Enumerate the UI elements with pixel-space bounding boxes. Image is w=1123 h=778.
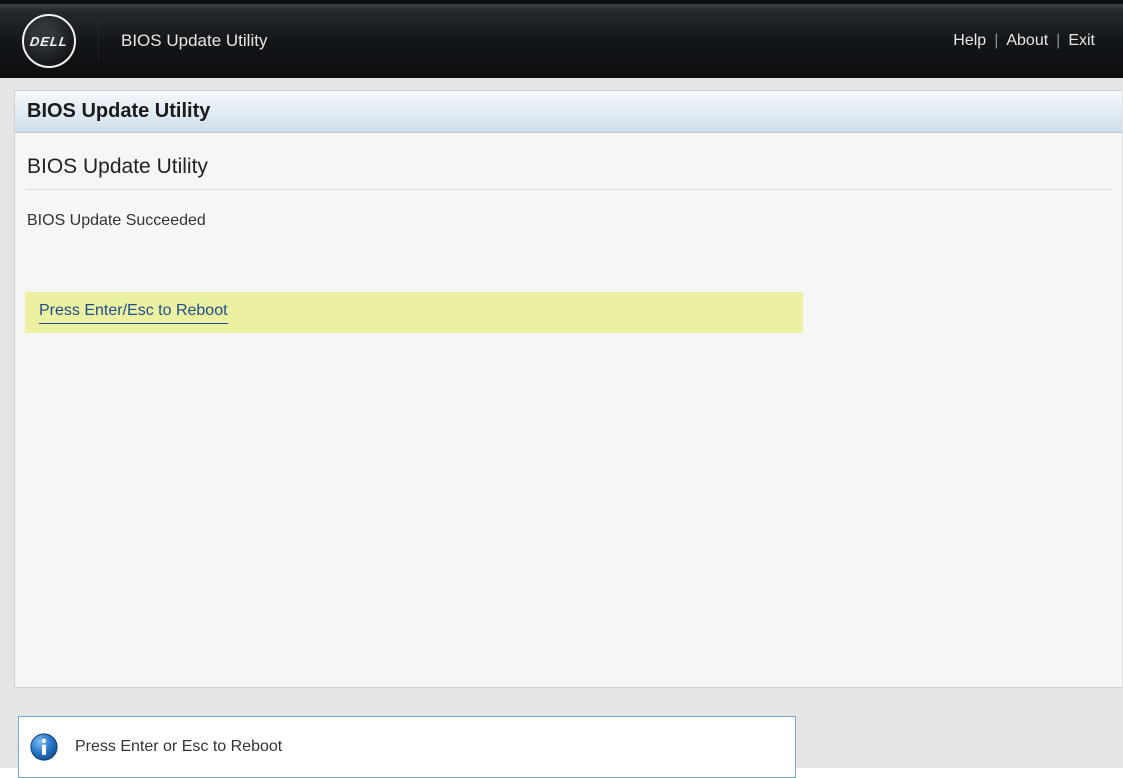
about-link[interactable]: About <box>1006 32 1048 50</box>
reboot-action[interactable]: Press Enter/Esc to Reboot <box>39 302 228 324</box>
page-subtitle: BIOS Update Utility <box>25 155 1112 190</box>
panel-header: BIOS Update Utility <box>15 91 1122 133</box>
info-icon <box>29 732 59 762</box>
content-area: BIOS Update Utility BIOS Update Utility … <box>0 78 1123 768</box>
main-panel: BIOS Update Utility BIOS Update Utility … <box>14 90 1122 688</box>
info-message: Press Enter or Esc to Reboot <box>75 738 282 756</box>
panel-title: BIOS Update Utility <box>27 100 210 123</box>
action-bar: Press Enter/Esc to Reboot <box>25 292 803 333</box>
separator: | <box>994 32 998 50</box>
help-link[interactable]: Help <box>953 32 986 50</box>
dell-logo: DELL <box>22 14 76 68</box>
info-box: Press Enter or Esc to Reboot <box>18 716 796 778</box>
status-message: BIOS Update Succeeded <box>25 212 1112 230</box>
top-links: Help | About | Exit <box>953 32 1095 50</box>
spacer <box>25 333 1112 613</box>
app-title: BIOS Update Utility <box>121 31 267 51</box>
footer: Press Enter or Esc to Reboot <box>14 688 1123 778</box>
dell-logo-text: DELL <box>29 34 69 49</box>
divider <box>98 20 99 62</box>
title-bar: DELL BIOS Update Utility Help | About | … <box>0 0 1123 78</box>
exit-link[interactable]: Exit <box>1068 32 1095 50</box>
panel-body: BIOS Update Utility BIOS Update Succeede… <box>15 133 1122 687</box>
separator: | <box>1056 32 1060 50</box>
